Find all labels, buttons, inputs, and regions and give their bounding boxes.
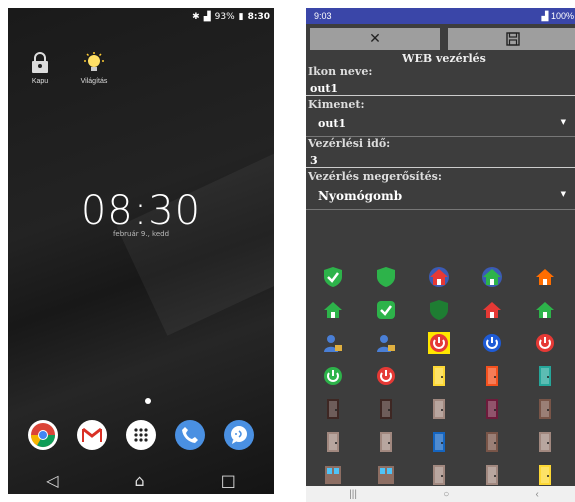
dropdown-arrow-icon: ▼ <box>560 189 566 198</box>
page-indicator <box>145 398 151 404</box>
confirm-label: Vezérlés megerősítés: <box>308 170 442 183</box>
door-brown-icon[interactable] <box>534 398 556 420</box>
confirm-select[interactable]: Nyomógomb ▼ <box>306 183 575 210</box>
icon-name-input[interactable]: out1 <box>306 78 575 96</box>
back-icon[interactable]: ‹ <box>536 489 539 500</box>
door-wood-b-icon[interactable] <box>375 431 397 453</box>
status-time: 9:03 <box>314 11 332 21</box>
door-wood-a-icon[interactable] <box>322 431 344 453</box>
output-select[interactable]: out1 ▼ <box>306 111 575 137</box>
window-tall-icon[interactable] <box>375 464 397 486</box>
door-window-icon[interactable] <box>428 398 450 420</box>
phone-icon[interactable] <box>175 420 206 450</box>
lightbulb-icon <box>84 52 104 71</box>
dropdown-arrow-icon: ▼ <box>560 117 566 126</box>
user-unlock-blue-icon[interactable] <box>375 332 397 354</box>
icon-name-label: Ikon neve: <box>308 65 373 78</box>
house-orange-icon[interactable] <box>534 266 556 288</box>
gmail-icon[interactable] <box>76 420 107 450</box>
output-label: Kimenet: <box>308 98 365 111</box>
close-button[interactable]: ✕ <box>310 28 440 50</box>
nav-bar: ◁ ⌂ □ <box>8 466 274 494</box>
signal-icon: ▟ <box>203 12 211 22</box>
power-red-round-icon[interactable] <box>534 332 556 354</box>
widget-kapu[interactable]: Kapu <box>20 52 60 85</box>
app-screen: 9:03 ▟ 100% ✕ WEB vezérlés Ikon neve: ou… <box>306 8 575 502</box>
door-teal-icon[interactable] <box>534 365 556 387</box>
home-icon[interactable]: ⌂ <box>135 471 145 490</box>
door-wood-c-icon[interactable] <box>534 431 556 453</box>
widget-label: Világítás <box>80 78 108 85</box>
confirm-value: Nyomógomb <box>318 189 403 203</box>
recents-icon[interactable]: □ <box>221 471 236 490</box>
save-button[interactable] <box>448 28 575 50</box>
dock <box>8 420 274 450</box>
power-blue-icon[interactable] <box>481 332 503 354</box>
nav-bar: ||| ○ ‹ <box>306 486 575 502</box>
messages-icon[interactable] <box>224 420 255 450</box>
house-green-icon[interactable] <box>322 299 344 321</box>
house-green-white-icon[interactable] <box>534 299 556 321</box>
door-yellow-icon[interactable] <box>428 365 450 387</box>
shield-green-icon[interactable] <box>375 266 397 288</box>
battery-percent: 93% <box>214 12 235 22</box>
status-time: 8:30 <box>247 12 270 22</box>
door-yellow-b-icon[interactable] <box>534 464 556 486</box>
signal-icon: ▟ <box>541 10 551 21</box>
widget-vilagitas[interactable]: Világítás <box>74 52 114 85</box>
status-bar: ✱ ▟ 93% ▮ 8:30 <box>8 8 274 28</box>
time-input[interactable]: 3 <box>306 150 575 168</box>
save-icon <box>506 32 520 46</box>
power-green-icon[interactable] <box>322 365 344 387</box>
door-panel-brown-icon[interactable] <box>481 431 503 453</box>
door-panel-dark-icon[interactable] <box>375 398 397 420</box>
icon-grid <box>306 266 572 486</box>
back-icon[interactable]: ◁ <box>46 471 58 490</box>
door-maroon-icon[interactable] <box>481 398 503 420</box>
time-label: Vezérlési idő: <box>308 137 391 150</box>
date: február 9., kedd <box>112 230 170 238</box>
shield-check-green-icon[interactable] <box>322 266 344 288</box>
widget-label: Kapu <box>31 78 49 85</box>
chrome-icon[interactable] <box>27 420 58 450</box>
door-orange-icon[interactable] <box>481 365 503 387</box>
lock-screen: ✱ ▟ 93% ▮ 8:30 Kapu Világítás 08:30 febr… <box>8 8 274 494</box>
clock: 08:30 <box>80 188 202 234</box>
power-red-selected-icon[interactable] <box>427 332 450 354</box>
window-blue-icon[interactable] <box>322 464 344 486</box>
page-title: WEB vezérlés <box>402 52 486 65</box>
user-lock-blue-icon[interactable] <box>322 332 344 354</box>
house-eye-red-icon[interactable] <box>428 266 450 288</box>
app-drawer-icon[interactable] <box>125 420 156 450</box>
battery-percent: 100% <box>550 10 574 21</box>
bluetooth-icon: ✱ <box>192 12 200 22</box>
door-stripes-icon[interactable] <box>481 464 503 486</box>
power-red-icon[interactable] <box>375 365 397 387</box>
output-value: out1 <box>318 117 347 130</box>
door-glass-icon[interactable] <box>428 464 450 486</box>
check-box-green-icon[interactable] <box>375 299 397 321</box>
status-bar: 9:03 ▟ 100% <box>306 8 575 24</box>
home-icon[interactable]: ○ <box>443 489 449 500</box>
house-eye-green-icon[interactable] <box>481 266 503 288</box>
recents-icon[interactable]: ||| <box>349 489 357 500</box>
battery-icon: ▮ <box>238 12 244 22</box>
toolbar: ✕ <box>306 24 575 50</box>
house-red-icon[interactable] <box>481 299 503 321</box>
door-blue-frame-icon[interactable] <box>428 431 450 453</box>
padlock-icon <box>32 52 48 73</box>
shield-green-dark-icon[interactable] <box>428 299 450 321</box>
door-red-dark-icon[interactable] <box>322 398 344 420</box>
